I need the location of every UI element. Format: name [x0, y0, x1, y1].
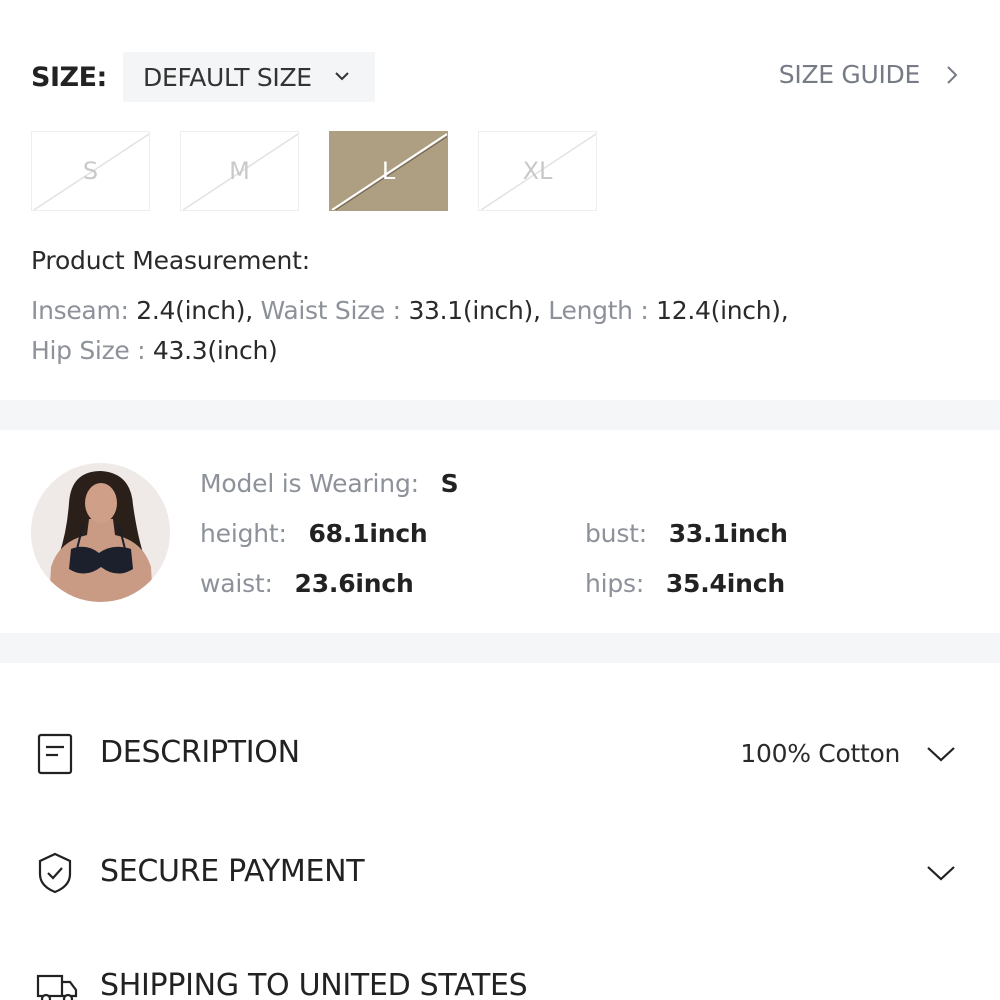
model-bust-label: bust:	[585, 519, 647, 548]
model-height-label: height:	[200, 519, 287, 548]
waist-size-value: 33.1(inch),	[408, 296, 541, 325]
size-dropdown[interactable]: DEFAULT SIZE	[123, 52, 375, 102]
length-value: 12.4(inch),	[656, 296, 789, 325]
model-wearing-label: Model is Wearing:	[200, 469, 419, 498]
size-option-xl[interactable]: XL	[478, 131, 597, 211]
model-height-value: 68.1inch	[308, 519, 428, 548]
model-hips-row: hips: 35.4inch	[585, 569, 785, 598]
size-option-label: S	[82, 157, 99, 185]
product-measurement-title: Product Measurement:	[31, 246, 310, 275]
measurement-line: Hip Size : 43.3(inch)	[31, 336, 278, 365]
hip-size-label: Hip Size :	[31, 336, 146, 365]
hip-size-value: 43.3(inch)	[152, 336, 278, 365]
model-hips-label: hips:	[585, 569, 645, 598]
shipping-title: SHIPPING TO UNITED STATES	[100, 968, 528, 1000]
chevron-down-icon	[927, 866, 955, 881]
size-header: SIZE: DEFAULT SIZE SIZE GUIDE	[0, 52, 1000, 102]
size-guide-label: SIZE GUIDE	[778, 60, 921, 89]
model-waist-row: waist: 23.6inch	[200, 569, 414, 598]
size-option-label: L	[381, 157, 396, 185]
size-option-label: XL	[522, 157, 553, 185]
section-divider	[0, 633, 1000, 663]
description-value: 100% Cotton	[740, 739, 900, 768]
truck-icon	[36, 974, 78, 1000]
model-wearing-value: S	[440, 469, 459, 498]
section-divider	[0, 400, 1000, 430]
shield-check-icon	[38, 852, 72, 894]
size-option-s[interactable]: S	[31, 131, 150, 211]
chevron-right-icon	[947, 65, 958, 84]
shipping-accordion[interactable]: SHIPPING TO UNITED STATES	[0, 958, 1000, 1000]
chevron-down-icon	[927, 747, 955, 762]
secure-payment-accordion[interactable]: SECURE PAYMENT	[0, 842, 1000, 902]
model-bust-row: bust: 33.1inch	[585, 519, 788, 548]
model-wearing-row: Model is Wearing: S	[200, 469, 459, 498]
model-waist-label: waist:	[200, 569, 273, 598]
model-height-row: height: 68.1inch	[200, 519, 428, 548]
description-title: DESCRIPTION	[100, 735, 300, 770]
size-option-label: M	[229, 157, 250, 185]
secure-payment-title: SECURE PAYMENT	[100, 854, 365, 889]
chevron-down-icon	[335, 72, 349, 81]
document-icon	[37, 733, 73, 775]
description-accordion[interactable]: DESCRIPTION 100% Cotton	[0, 723, 1000, 783]
model-bust-value: 33.1inch	[668, 519, 788, 548]
model-photo	[31, 463, 170, 602]
length-label: Length :	[548, 296, 649, 325]
size-option-l[interactable]: L	[329, 131, 448, 211]
size-label: SIZE:	[31, 62, 107, 93]
measurement-line: Inseam: 2.4(inch), Waist Size : 33.1(inc…	[31, 296, 789, 325]
model-avatar	[31, 463, 170, 602]
inseam-label: Inseam:	[31, 296, 129, 325]
waist-size-label: Waist Size :	[260, 296, 402, 325]
size-dropdown-value: DEFAULT SIZE	[143, 62, 312, 92]
size-option-m[interactable]: M	[180, 131, 299, 211]
size-guide-link[interactable]: SIZE GUIDE	[779, 60, 960, 89]
model-hips-value: 35.4inch	[665, 569, 785, 598]
model-waist-value: 23.6inch	[294, 569, 414, 598]
inseam-value: 2.4(inch),	[136, 296, 253, 325]
